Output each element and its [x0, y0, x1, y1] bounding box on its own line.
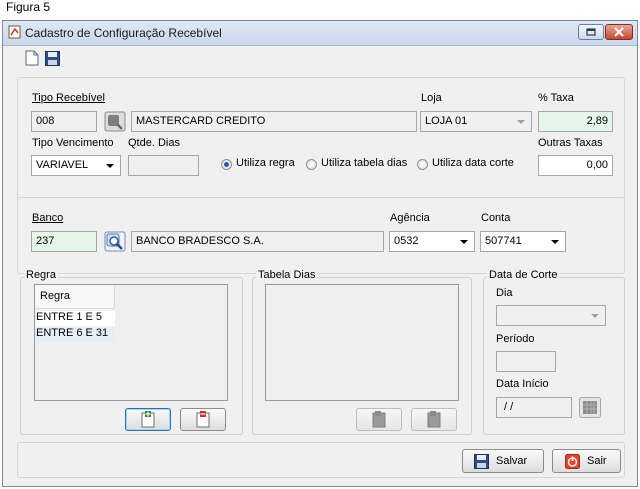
- agencia-value: 0532: [394, 235, 419, 247]
- app-icon: [8, 25, 21, 39]
- power-icon: [565, 454, 580, 469]
- tabela-dias-list[interactable]: [265, 284, 459, 401]
- search-banco-icon[interactable]: [104, 231, 126, 252]
- periodo-label: Período: [496, 333, 535, 345]
- chevron-down-icon: [106, 164, 114, 168]
- restore-button[interactable]: [578, 24, 604, 40]
- title-bar: Cadastro de Configuração Recebível: [3, 21, 637, 46]
- tipo-vencimento-label: Tipo Vencimento: [32, 137, 114, 149]
- agencia-label: Agência: [390, 212, 430, 224]
- save-button-label: Salvar: [496, 455, 528, 467]
- loja-value: LOJA 01: [425, 115, 468, 127]
- radio-utiliza-regra-label[interactable]: Utiliza regra: [236, 157, 295, 169]
- data-inicio-label: Data Início: [496, 378, 549, 390]
- add-dia-button[interactable]: [356, 408, 402, 431]
- banco-code-field[interactable]: 237: [31, 231, 97, 252]
- footer-panel: Salvar Sair: [17, 442, 625, 478]
- data-inicio-field[interactable]: / /: [496, 397, 572, 418]
- radio-utiliza-tabela-dias[interactable]: [306, 159, 317, 170]
- banco-label: Banco: [32, 212, 64, 224]
- tipo-recebivel-label: Tipo Recebível: [32, 92, 105, 104]
- loja-label: Loja: [421, 92, 442, 104]
- remove-dia-button[interactable]: [411, 408, 457, 431]
- outras-taxas-label: Outras Taxas: [538, 137, 603, 149]
- chevron-down-icon: [591, 314, 599, 318]
- taxa-field[interactable]: 2,89: [538, 111, 613, 132]
- loja-select[interactable]: LOJA 01: [420, 111, 532, 132]
- list-item[interactable]: ENTRE 6 E 31: [36, 327, 115, 342]
- dia-label: Dia: [496, 287, 513, 299]
- exit-button[interactable]: Sair: [552, 449, 621, 473]
- save-disk-icon[interactable]: [45, 51, 60, 66]
- tabela-dias-group-label: Tabela Dias: [256, 269, 318, 281]
- outras-taxas-field[interactable]: 0,00: [538, 155, 613, 176]
- restore-icon: [586, 28, 596, 36]
- periodo-field[interactable]: [496, 351, 556, 372]
- add-row-icon: [372, 411, 386, 428]
- window: Cadastro de Configuração Recebível Tipo …: [2, 20, 638, 487]
- banco-name-field[interactable]: BANCO BRADESCO S.A.: [131, 231, 384, 252]
- regra-group-label: Regra: [24, 269, 58, 281]
- regra-list[interactable]: Regra ENTRE 1 E 5 ENTRE 6 E 31: [34, 284, 228, 401]
- add-row-icon: [141, 411, 155, 428]
- taxa-label: % Taxa: [538, 92, 574, 104]
- qtde-dias-field[interactable]: [128, 155, 199, 176]
- new-document-icon[interactable]: [25, 50, 39, 66]
- dia-select[interactable]: [496, 305, 606, 326]
- chevron-down-icon: [460, 240, 468, 244]
- tipo-vencimento-select[interactable]: VARIAVEL: [31, 155, 121, 176]
- list-item[interactable]: ENTRE 1 E 5: [36, 311, 115, 326]
- calendar-icon[interactable]: [579, 397, 601, 418]
- data-corte-group-label: Data de Corte: [487, 269, 560, 281]
- search-tipo-icon[interactable]: [104, 111, 126, 132]
- remove-row-icon: [427, 411, 441, 428]
- conta-select[interactable]: 507741: [480, 231, 566, 252]
- radio-utiliza-regra[interactable]: [221, 159, 232, 170]
- qtde-dias-label: Qtde. Dias: [128, 137, 180, 149]
- exit-button-label: Sair: [587, 455, 607, 467]
- add-regra-button[interactable]: [125, 408, 171, 431]
- save-button[interactable]: Salvar: [462, 449, 544, 473]
- agencia-select[interactable]: 0532: [389, 231, 475, 252]
- radio-utiliza-data-corte-label[interactable]: Utiliza data corte: [432, 157, 514, 169]
- close-button[interactable]: [605, 24, 633, 40]
- save-disk-icon: [474, 454, 489, 469]
- window-title: Cadastro de Configuração Recebível: [25, 26, 222, 40]
- banco-panel: Banco 237 BANCO BRADESCO S.A. Agência 05…: [17, 197, 625, 274]
- radio-utiliza-data-corte[interactable]: [417, 159, 428, 170]
- regra-column-header[interactable]: Regra: [35, 285, 115, 309]
- close-icon: [614, 27, 624, 37]
- conta-value: 507741: [485, 235, 522, 247]
- tipo-recebivel-code-field[interactable]: 008: [31, 111, 97, 132]
- tipo-vencimento-value: VARIAVEL: [36, 159, 89, 171]
- chevron-down-icon: [517, 120, 525, 124]
- chevron-down-icon: [551, 240, 559, 244]
- figure-caption: Figura 5: [6, 0, 51, 14]
- tipo-recebivel-description-field[interactable]: MASTERCARD CREDITO: [131, 111, 417, 132]
- recebivel-panel: Tipo Recebível 008 MASTERCARD CREDITO Lo…: [17, 77, 625, 207]
- remove-regra-button[interactable]: [180, 408, 226, 431]
- remove-row-icon: [196, 411, 210, 428]
- radio-utiliza-tabela-dias-label[interactable]: Utiliza tabela dias: [321, 157, 407, 169]
- conta-label: Conta: [481, 212, 511, 224]
